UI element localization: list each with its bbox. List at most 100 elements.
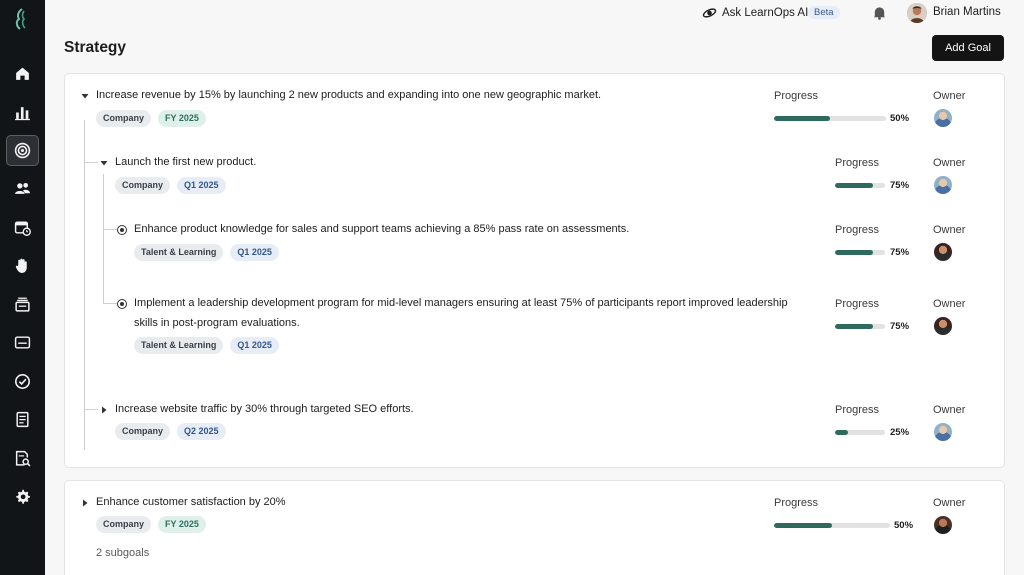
owner-avatar[interactable] xyxy=(934,516,952,534)
owner-label: Owner xyxy=(933,497,966,509)
document-icon xyxy=(16,411,29,428)
tree-connector xyxy=(103,303,118,304)
progress-percent: 50% xyxy=(894,520,914,531)
users-icon xyxy=(15,182,30,194)
chevron-down-icon[interactable] xyxy=(100,159,108,167)
owner-avatar[interactable] xyxy=(934,176,952,194)
sidebar-item-reports[interactable] xyxy=(6,97,39,128)
period-tag: Q1 2025 xyxy=(177,177,226,194)
chevron-right-icon[interactable] xyxy=(100,406,108,414)
period-tag: FY 2025 xyxy=(158,516,206,533)
progress-label: Progress xyxy=(835,157,880,169)
tree-connector xyxy=(84,120,85,450)
sidebar xyxy=(0,0,45,575)
goal-tags: Company Q2 2025 xyxy=(115,423,226,440)
tree-connector xyxy=(103,229,118,230)
tree-connector xyxy=(103,174,104,304)
target-icon xyxy=(14,142,31,159)
progress-label: Progress xyxy=(835,298,880,310)
user-avatar[interactable] xyxy=(907,3,927,23)
scope-tag: Talent & Learning xyxy=(134,244,224,261)
sidebar-item-documents[interactable] xyxy=(6,404,39,435)
sparkle-planet-icon xyxy=(702,8,717,18)
calendar-clock-icon xyxy=(14,221,31,236)
bell-icon[interactable] xyxy=(872,5,887,20)
goal-title[interactable]: Launch the first new product. xyxy=(115,152,256,172)
scope-tag: Company xyxy=(96,516,152,533)
owner-avatar[interactable] xyxy=(934,243,952,261)
goal-tags: Talent & Learning Q1 2025 xyxy=(134,337,279,354)
progress-bar xyxy=(835,430,885,435)
main-content: Ask LearnOps AI Beta Brian Martins Strat… xyxy=(45,0,1024,575)
owner-label: Owner xyxy=(933,298,966,310)
tree-connector xyxy=(84,409,98,410)
progress-fill xyxy=(835,324,873,329)
owner-label: Owner xyxy=(933,224,966,236)
subgoals-count[interactable]: 2 subgoals xyxy=(96,547,149,559)
progress-percent: 50% xyxy=(890,113,910,124)
progress-fill xyxy=(835,183,873,188)
beta-badge: Beta xyxy=(808,6,840,19)
progress-fill xyxy=(774,116,830,121)
learnops-logo[interactable] xyxy=(13,8,31,30)
search-document-icon xyxy=(15,450,31,467)
goal-tags: Company FY 2025 xyxy=(96,516,206,533)
key-result-bullet-icon xyxy=(117,299,127,309)
chevron-right-icon[interactable] xyxy=(81,499,89,507)
card-icon xyxy=(14,336,31,349)
page-title: Strategy xyxy=(64,39,127,56)
gear-icon xyxy=(16,489,30,504)
progress-fill xyxy=(835,250,873,255)
goal-card: Enhance customer satisfaction by 20% Com… xyxy=(64,480,1005,575)
progress-percent: 25% xyxy=(890,427,910,438)
progress-bar xyxy=(835,324,885,329)
key-result-bullet-icon xyxy=(117,225,127,235)
chevron-down-icon[interactable] xyxy=(81,92,89,100)
ask-label: Ask LearnOps AI xyxy=(722,7,809,19)
owner-avatar[interactable] xyxy=(934,109,952,127)
sidebar-item-tasks[interactable] xyxy=(6,366,39,397)
goal-title-continued[interactable]: skills in post-program evaluations. xyxy=(134,313,300,333)
scope-tag: Company xyxy=(96,110,152,127)
progress-percent: 75% xyxy=(890,180,910,191)
goal-title[interactable]: Implement a leadership development progr… xyxy=(134,293,788,313)
owner-label: Owner xyxy=(933,404,966,416)
progress-label: Progress xyxy=(835,404,880,416)
sidebar-item-cards[interactable] xyxy=(6,327,39,358)
add-goal-button[interactable]: Add Goal xyxy=(932,35,1004,61)
owner-label: Owner xyxy=(933,90,966,102)
home-icon xyxy=(16,67,29,80)
sidebar-item-library[interactable] xyxy=(6,289,39,320)
goal-title[interactable]: Increase website traffic by 30% through … xyxy=(115,399,414,419)
sidebar-item-audit[interactable] xyxy=(6,443,39,474)
user-name[interactable]: Brian Martins xyxy=(933,6,1001,18)
goal-title[interactable]: Enhance customer satisfaction by 20% xyxy=(96,492,286,512)
sidebar-item-requests[interactable] xyxy=(6,250,39,281)
owner-avatar[interactable] xyxy=(934,317,952,335)
stack-icon xyxy=(15,297,30,312)
hand-icon xyxy=(15,258,27,273)
owner-avatar[interactable] xyxy=(934,423,952,441)
sidebar-item-settings[interactable] xyxy=(6,481,39,512)
progress-percent: 75% xyxy=(890,321,910,332)
scope-tag: Company xyxy=(115,423,171,440)
period-tag: Q1 2025 xyxy=(230,337,279,354)
sidebar-item-home[interactable] xyxy=(6,58,39,89)
progress-bar xyxy=(835,183,885,188)
ask-learnops-ai-button[interactable]: Ask LearnOps AI xyxy=(702,5,808,21)
goal-title[interactable]: Increase revenue by 15% by launching 2 n… xyxy=(96,85,601,105)
scope-tag: Talent & Learning xyxy=(134,337,224,354)
sidebar-item-strategy[interactable] xyxy=(6,135,39,166)
progress-percent: 75% xyxy=(890,247,910,258)
sidebar-item-people[interactable] xyxy=(6,173,39,204)
goal-tags: Company FY 2025 xyxy=(96,110,206,127)
user-avatar-image xyxy=(907,3,927,23)
goal-title[interactable]: Enhance product knowledge for sales and … xyxy=(134,219,629,239)
owner-label: Owner xyxy=(933,157,966,169)
sidebar-item-schedule[interactable] xyxy=(6,212,39,243)
progress-label: Progress xyxy=(774,90,819,102)
check-circle-icon xyxy=(15,374,30,389)
period-tag: Q1 2025 xyxy=(230,244,279,261)
goal-tags: Talent & Learning Q1 2025 xyxy=(134,244,279,261)
progress-label: Progress xyxy=(835,224,880,236)
